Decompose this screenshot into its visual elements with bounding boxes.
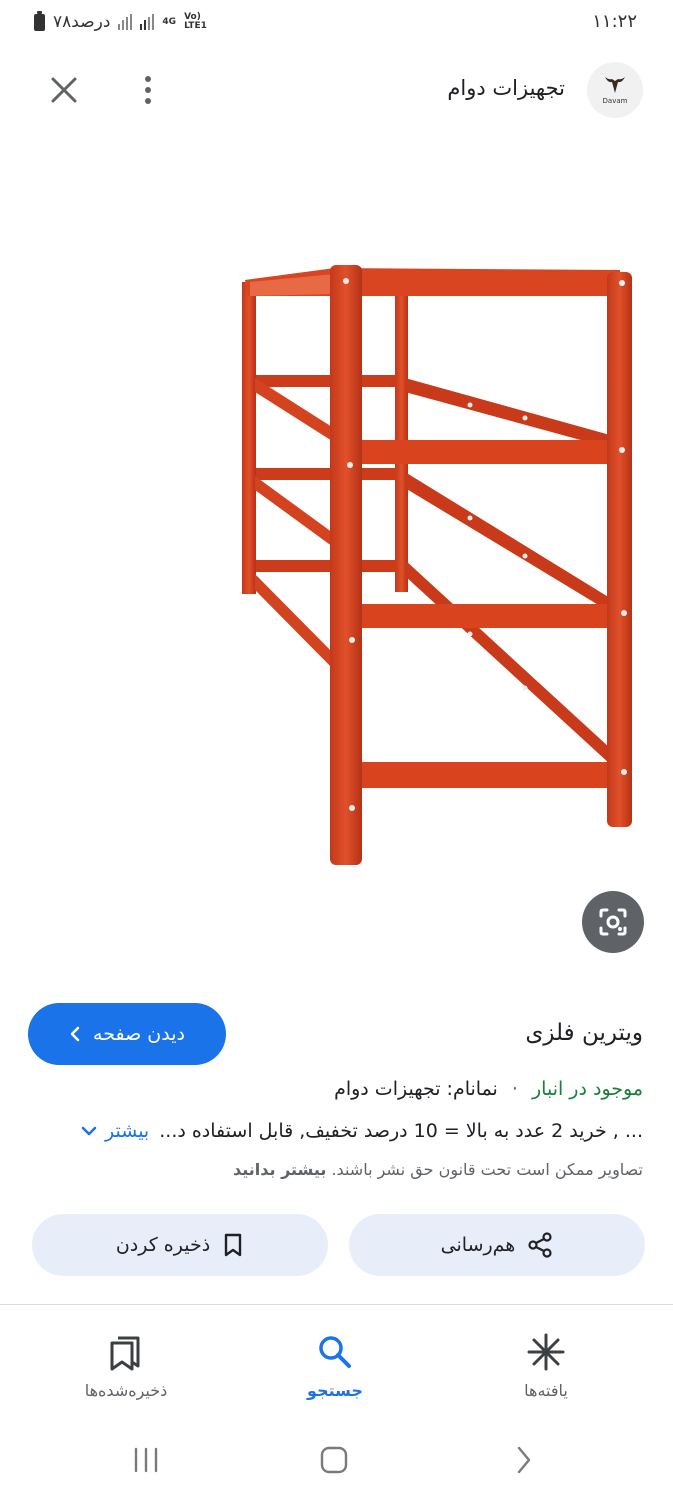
shelf-rack-image [242, 265, 632, 865]
chevron-down-icon [81, 1126, 97, 1136]
back-button[interactable] [508, 1444, 540, 1476]
nav-search[interactable]: جستجو [255, 1333, 415, 1400]
search-icon [319, 1336, 351, 1368]
close-icon [51, 77, 77, 103]
result-meta: موجود در انبار · نمانام: تجهیزات دوام [334, 1078, 643, 1100]
share-label: هم‌رسانی [440, 1234, 516, 1256]
result-description: ... , خرید 2 عدد به بالا = 10 درصد تخفیف… [34, 1120, 643, 1142]
bookmark-icon [224, 1233, 242, 1257]
viewer-header: تجهیزات دوام Davam [0, 56, 673, 124]
more-link[interactable]: بیشتر [81, 1120, 149, 1142]
copyright-text: تصاویر ممکن است تحت قانون حق نشر باشند. [331, 1160, 643, 1179]
close-button[interactable] [44, 70, 84, 110]
visit-page-button[interactable]: دیدن صفحه [28, 1003, 226, 1065]
product-image[interactable] [225, 240, 645, 880]
collections-icon [110, 1336, 140, 1371]
share-button[interactable]: هم‌رسانی [349, 1214, 645, 1276]
learn-more-link[interactable]: بیشتر بدانید [233, 1160, 326, 1179]
network-type: 4G [162, 16, 177, 27]
back-chevron-icon [517, 1446, 531, 1474]
battery-percent: ۷۸درصد [53, 12, 111, 32]
home-icon [320, 1446, 348, 1474]
asterisk-icon [527, 1333, 565, 1371]
lens-search-button[interactable] [582, 891, 644, 953]
nav-saved[interactable]: ذخیره‌شده‌ها [46, 1333, 206, 1400]
nav-saved-label: ذخیره‌شده‌ها [84, 1381, 168, 1400]
status-indicators: ۷۸درصد 4G Vo) LTE1 [34, 10, 212, 32]
clock: ۱۱:۲۲ [592, 11, 637, 32]
save-label: ذخیره کردن [115, 1234, 211, 1256]
site-name[interactable]: تجهیزات دوام [447, 76, 565, 100]
home-button[interactable] [318, 1444, 350, 1476]
bottom-navigation: یافته‌ها جستجو ذخیره‌شده‌ها [0, 1305, 673, 1415]
more-label: بیشتر [105, 1120, 150, 1142]
battery-icon [34, 10, 45, 31]
more-vert-icon [145, 76, 151, 82]
nav-discover[interactable]: یافته‌ها [466, 1333, 626, 1400]
more-options-button[interactable] [128, 70, 168, 110]
recent-apps-button[interactable] [130, 1444, 162, 1476]
logo-text: Davam [602, 97, 628, 105]
system-navigation [0, 1430, 673, 1490]
google-lens-icon [599, 908, 627, 936]
volte-indicator: Vo) LTE1 [184, 12, 207, 31]
visit-label: دیدن صفحه [93, 1023, 185, 1045]
status-bar: ۷۸درصد 4G Vo) LTE1 ۱۱:۲۲ [0, 0, 673, 44]
save-button[interactable]: ذخیره کردن [32, 1214, 328, 1276]
share-icon [528, 1232, 552, 1258]
signal-icon [118, 14, 133, 30]
meta-separator: · [511, 1078, 518, 1100]
signal-icon-2 [140, 14, 155, 30]
chevron-left-icon [70, 1026, 80, 1042]
copyright-notice: تصاویر ممکن است تحت قانون حق نشر باشند. … [233, 1160, 643, 1179]
nav-discover-label: یافته‌ها [524, 1381, 568, 1400]
result-title: ویترین فلزی [525, 1020, 643, 1046]
brand-label: نمانام: تجهیزات دوام [334, 1078, 498, 1100]
description-text: ... , خرید 2 عدد به بالا = 10 درصد تخفیف… [159, 1120, 643, 1142]
site-logo[interactable]: Davam [587, 62, 643, 118]
stock-status: موجود در انبار [532, 1078, 643, 1100]
recent-apps-icon [134, 1447, 158, 1473]
nav-search-label: جستجو [307, 1381, 363, 1400]
bull-logo-icon [605, 77, 625, 93]
